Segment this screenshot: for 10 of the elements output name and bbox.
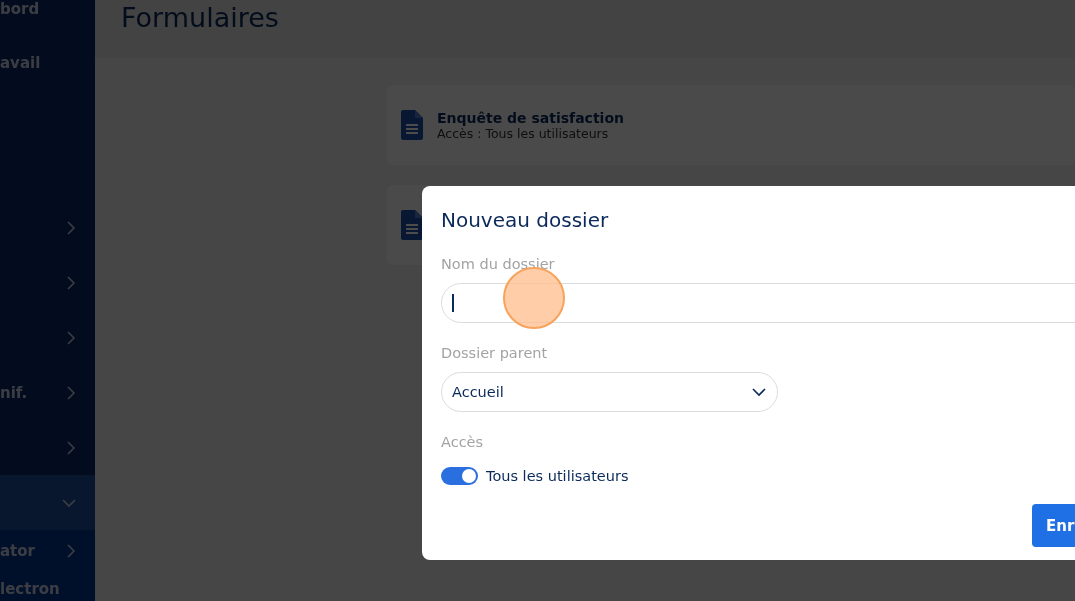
- toggle-switch[interactable]: [441, 467, 478, 485]
- form-access: Accès : Tous les utilisateurs: [437, 125, 610, 141]
- dialog-title: Nouveau dossier: [441, 208, 610, 232]
- page-title: Formulaires: [121, 2, 279, 33]
- field-label: Accès: [441, 433, 485, 452]
- field-label: Dossier parent: [441, 344, 549, 363]
- chevron-down-icon: [751, 385, 767, 399]
- form-title: Enquête de satisfaction: [437, 109, 624, 126]
- save-button[interactable]: Enr: [1032, 504, 1075, 547]
- toggle-label: Tous les utilisateurs: [486, 468, 629, 484]
